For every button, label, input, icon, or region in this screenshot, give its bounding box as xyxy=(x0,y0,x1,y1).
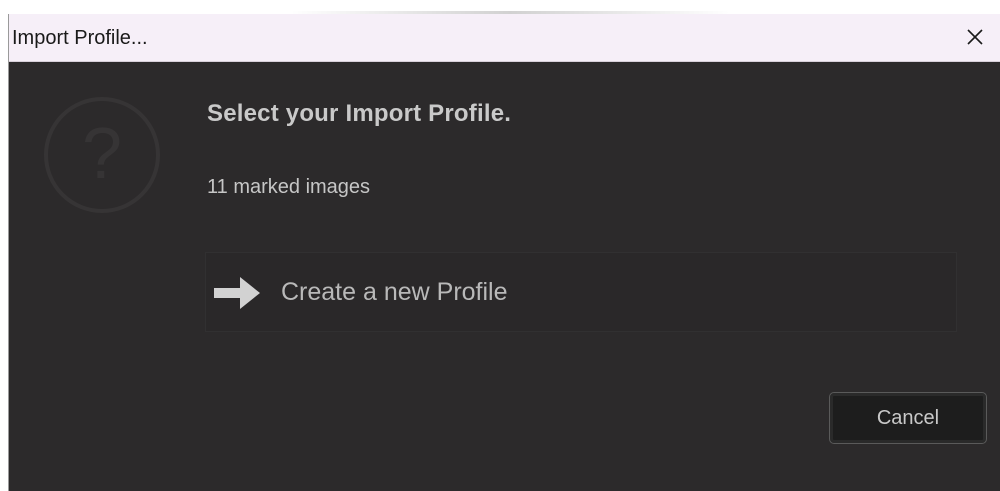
create-new-profile-button[interactable]: Create a new Profile xyxy=(205,252,957,332)
create-new-profile-label: Create a new Profile xyxy=(281,278,508,306)
svg-text:?: ? xyxy=(82,114,122,194)
title-bar: Import Profile... xyxy=(9,14,1000,62)
marked-images-count: 11 marked images xyxy=(207,176,371,198)
cancel-button[interactable]: Cancel xyxy=(829,392,987,444)
close-button[interactable] xyxy=(958,20,992,54)
window-title: Import Profile... xyxy=(12,27,148,49)
background-top xyxy=(0,0,1000,14)
import-profile-dialog: Import Profile... ? Select your Import P… xyxy=(8,14,1000,491)
arrow-right-icon xyxy=(214,277,260,309)
close-icon xyxy=(967,29,983,45)
question-icon: ? xyxy=(44,97,160,213)
dialog-heading: Select your Import Profile. xyxy=(207,100,512,127)
